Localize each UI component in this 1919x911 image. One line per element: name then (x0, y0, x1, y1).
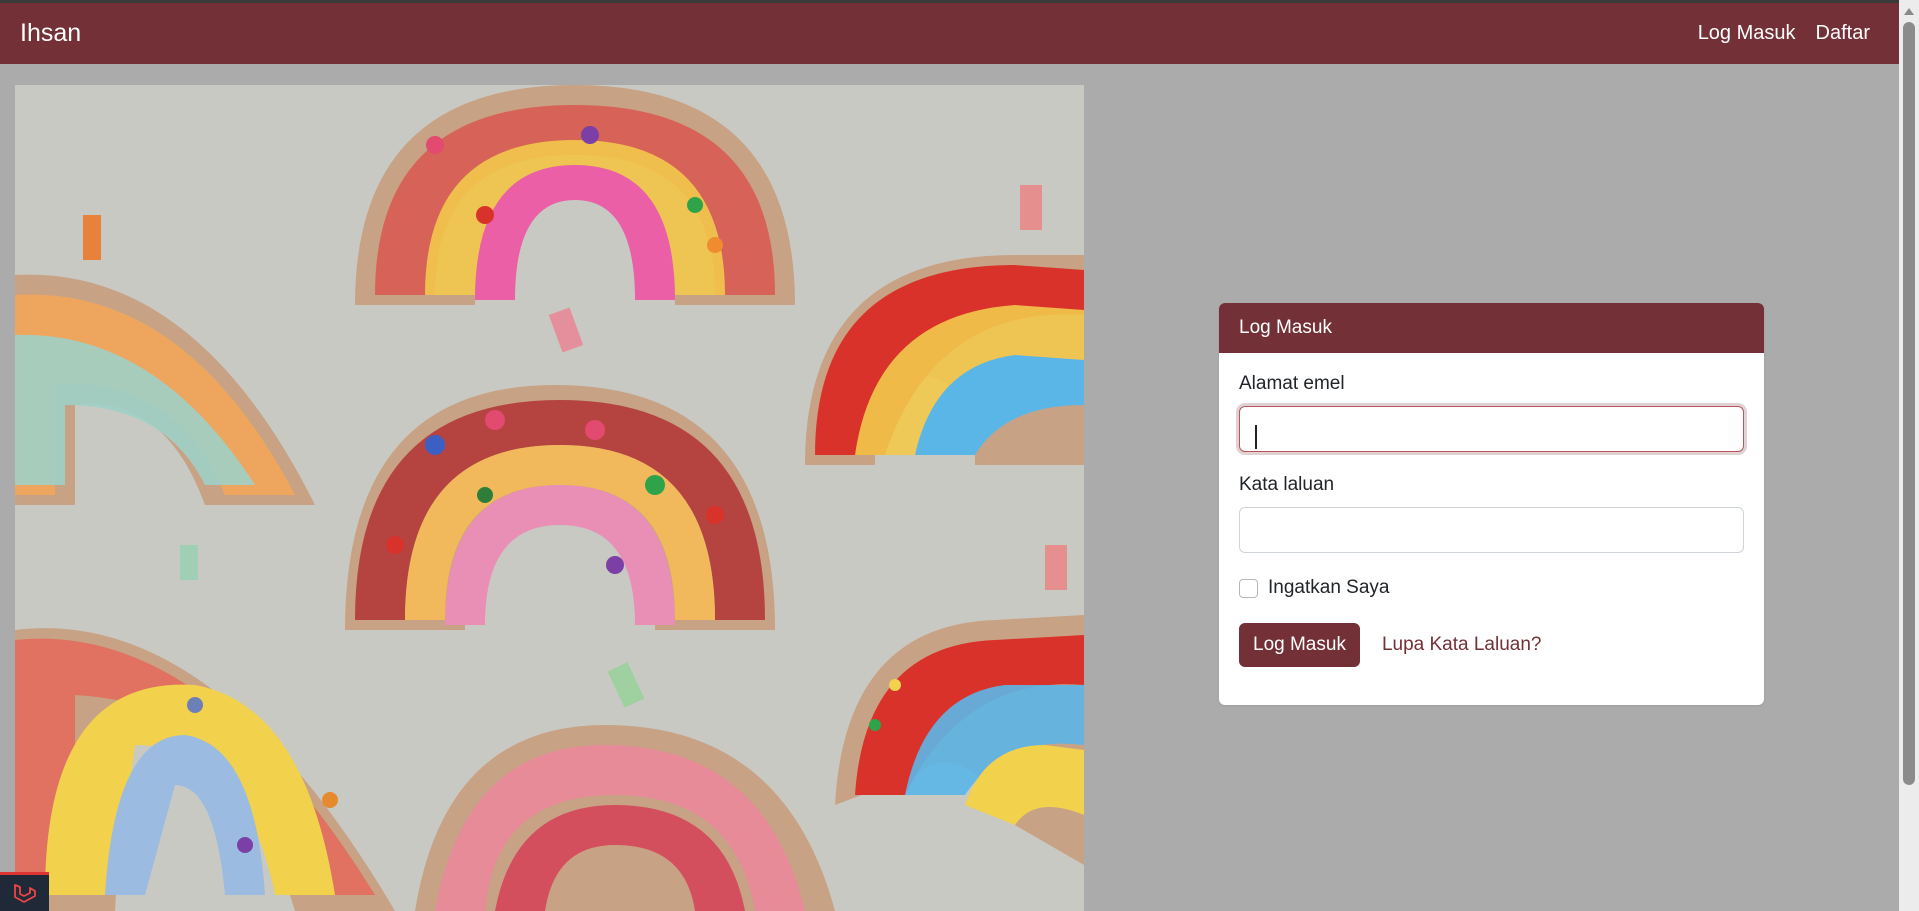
login-actions: Log Masuk Lupa Kata Laluan? (1239, 623, 1744, 667)
password-label: Kata laluan (1239, 474, 1335, 495)
remember-checkbox[interactable] (1239, 578, 1258, 598)
scrollbar-thumb[interactable] (1903, 22, 1915, 785)
login-card: Log Masuk Alamat emel Kata laluan Ingatk… (1219, 303, 1764, 705)
remember-row: Ingatkan Saya (1239, 577, 1744, 599)
laravel-logo-glyph (13, 884, 36, 903)
password-group: Kata laluan (1239, 474, 1744, 553)
hero-image (15, 85, 1084, 911)
page-scrollbar[interactable] (1899, 0, 1919, 911)
rainbow-crafts-illustration (15, 85, 1084, 911)
scroll-up-arrow-icon[interactable] (1904, 8, 1914, 15)
forgot-password-link[interactable]: Lupa Kata Laluan? (1382, 634, 1542, 656)
email-group: Alamat emel (1239, 373, 1744, 452)
nav-links: Log Masuk Daftar (1698, 22, 1879, 45)
login-card-header: Log Masuk (1219, 303, 1764, 353)
password-field[interactable] (1239, 507, 1744, 553)
login-card-body: Alamat emel Kata laluan Ingatkan Saya Lo… (1219, 353, 1764, 667)
laravel-logo-icon[interactable] (0, 872, 49, 911)
text-caret (1255, 425, 1257, 449)
email-field[interactable] (1239, 406, 1744, 452)
nav-login-link[interactable]: Log Masuk (1698, 22, 1796, 45)
top-navbar: Ihsan Log Masuk Daftar (0, 3, 1899, 64)
email-label: Alamat emel (1239, 373, 1345, 394)
nav-register-link[interactable]: Daftar (1816, 22, 1870, 45)
login-button[interactable]: Log Masuk (1239, 623, 1360, 667)
remember-label[interactable]: Ingatkan Saya (1268, 577, 1389, 599)
brand-link[interactable]: Ihsan (20, 19, 81, 48)
